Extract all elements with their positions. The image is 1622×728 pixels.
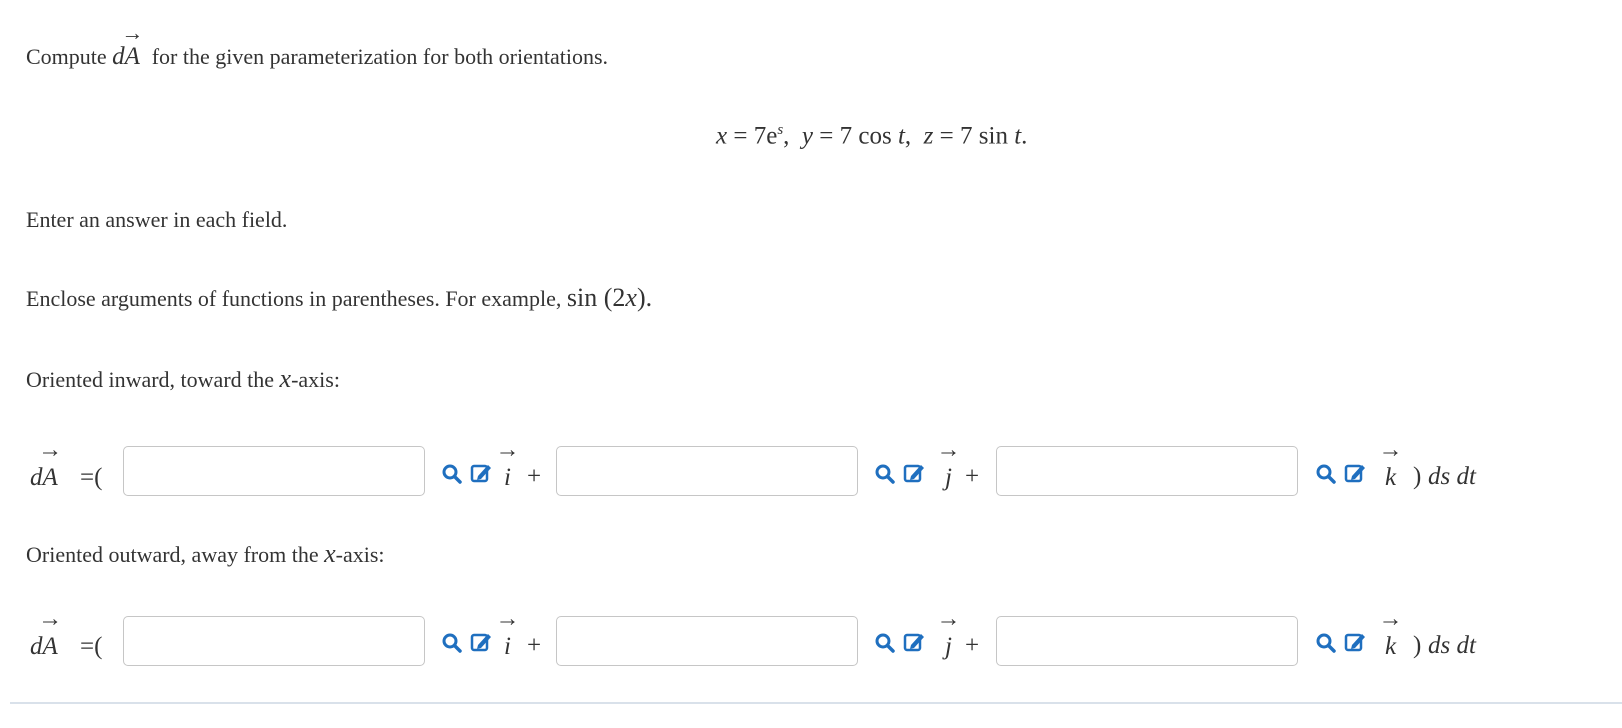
pencil-edit-icon[interactable]: [1344, 631, 1366, 653]
differentials: ds dt: [1428, 632, 1476, 659]
plus-sign: +: [965, 632, 980, 659]
vector-dA: d → A: [112, 20, 144, 71]
unit-vector-j: → j: [936, 437, 961, 491]
pencil-edit-icon[interactable]: [903, 462, 925, 484]
outward-i-input[interactable]: [123, 616, 425, 666]
problem-statement: Compute d → A for the given parameterizati…: [26, 20, 609, 71]
unit-vector-i: → i: [495, 606, 520, 660]
inward-i-input[interactable]: [123, 446, 425, 496]
equals-paren: =(: [80, 633, 103, 660]
pencil-edit-icon[interactable]: [1344, 462, 1366, 484]
pencil-edit-icon[interactable]: [903, 631, 925, 653]
row-lhs-dA: d → A: [30, 606, 63, 660]
parameterization-equation: x = 7es, y = 7 cos t, z = 7 sin t.: [716, 122, 1028, 150]
prompt-prefix: Compute: [26, 44, 107, 69]
inward-j-input[interactable]: [556, 446, 858, 496]
magnifier-icon[interactable]: [874, 463, 896, 485]
instruction-line-1: Enter an answer in each field.: [26, 207, 288, 232]
pencil-edit-icon[interactable]: [470, 462, 492, 484]
plus-sign: +: [527, 463, 542, 490]
part-2-label: Oriented outward, away from the x-axis:: [26, 539, 385, 568]
equals-paren: =(: [80, 464, 103, 491]
prompt-suffix: for the given parameterization for both …: [151, 44, 609, 69]
bottom-divider: [10, 702, 1622, 704]
unit-vector-k: → k: [1378, 606, 1403, 660]
magnifier-icon[interactable]: [441, 463, 463, 485]
magnifier-icon[interactable]: [441, 632, 463, 654]
plus-sign: +: [965, 463, 980, 490]
outward-k-input[interactable]: [996, 616, 1298, 666]
magnifier-icon[interactable]: [1315, 463, 1337, 485]
pencil-edit-icon[interactable]: [470, 631, 492, 653]
outward-j-input[interactable]: [556, 616, 858, 666]
unit-vector-k: → k: [1378, 437, 1403, 491]
part-1-label: Oriented inward, toward the x-axis:: [26, 364, 340, 393]
close-paren: ): [1413, 632, 1422, 659]
differentials: ds dt: [1428, 463, 1476, 490]
plus-sign: +: [527, 632, 542, 659]
magnifier-icon[interactable]: [1315, 632, 1337, 654]
close-paren: ): [1413, 463, 1422, 490]
inward-k-input[interactable]: [996, 446, 1298, 496]
row-lhs-dA: d → A: [30, 437, 63, 491]
unit-vector-j: → j: [936, 606, 961, 660]
magnifier-icon[interactable]: [874, 632, 896, 654]
unit-vector-i: → i: [495, 437, 520, 491]
instruction-line-2: Enclose arguments of functions in parent…: [26, 283, 653, 312]
